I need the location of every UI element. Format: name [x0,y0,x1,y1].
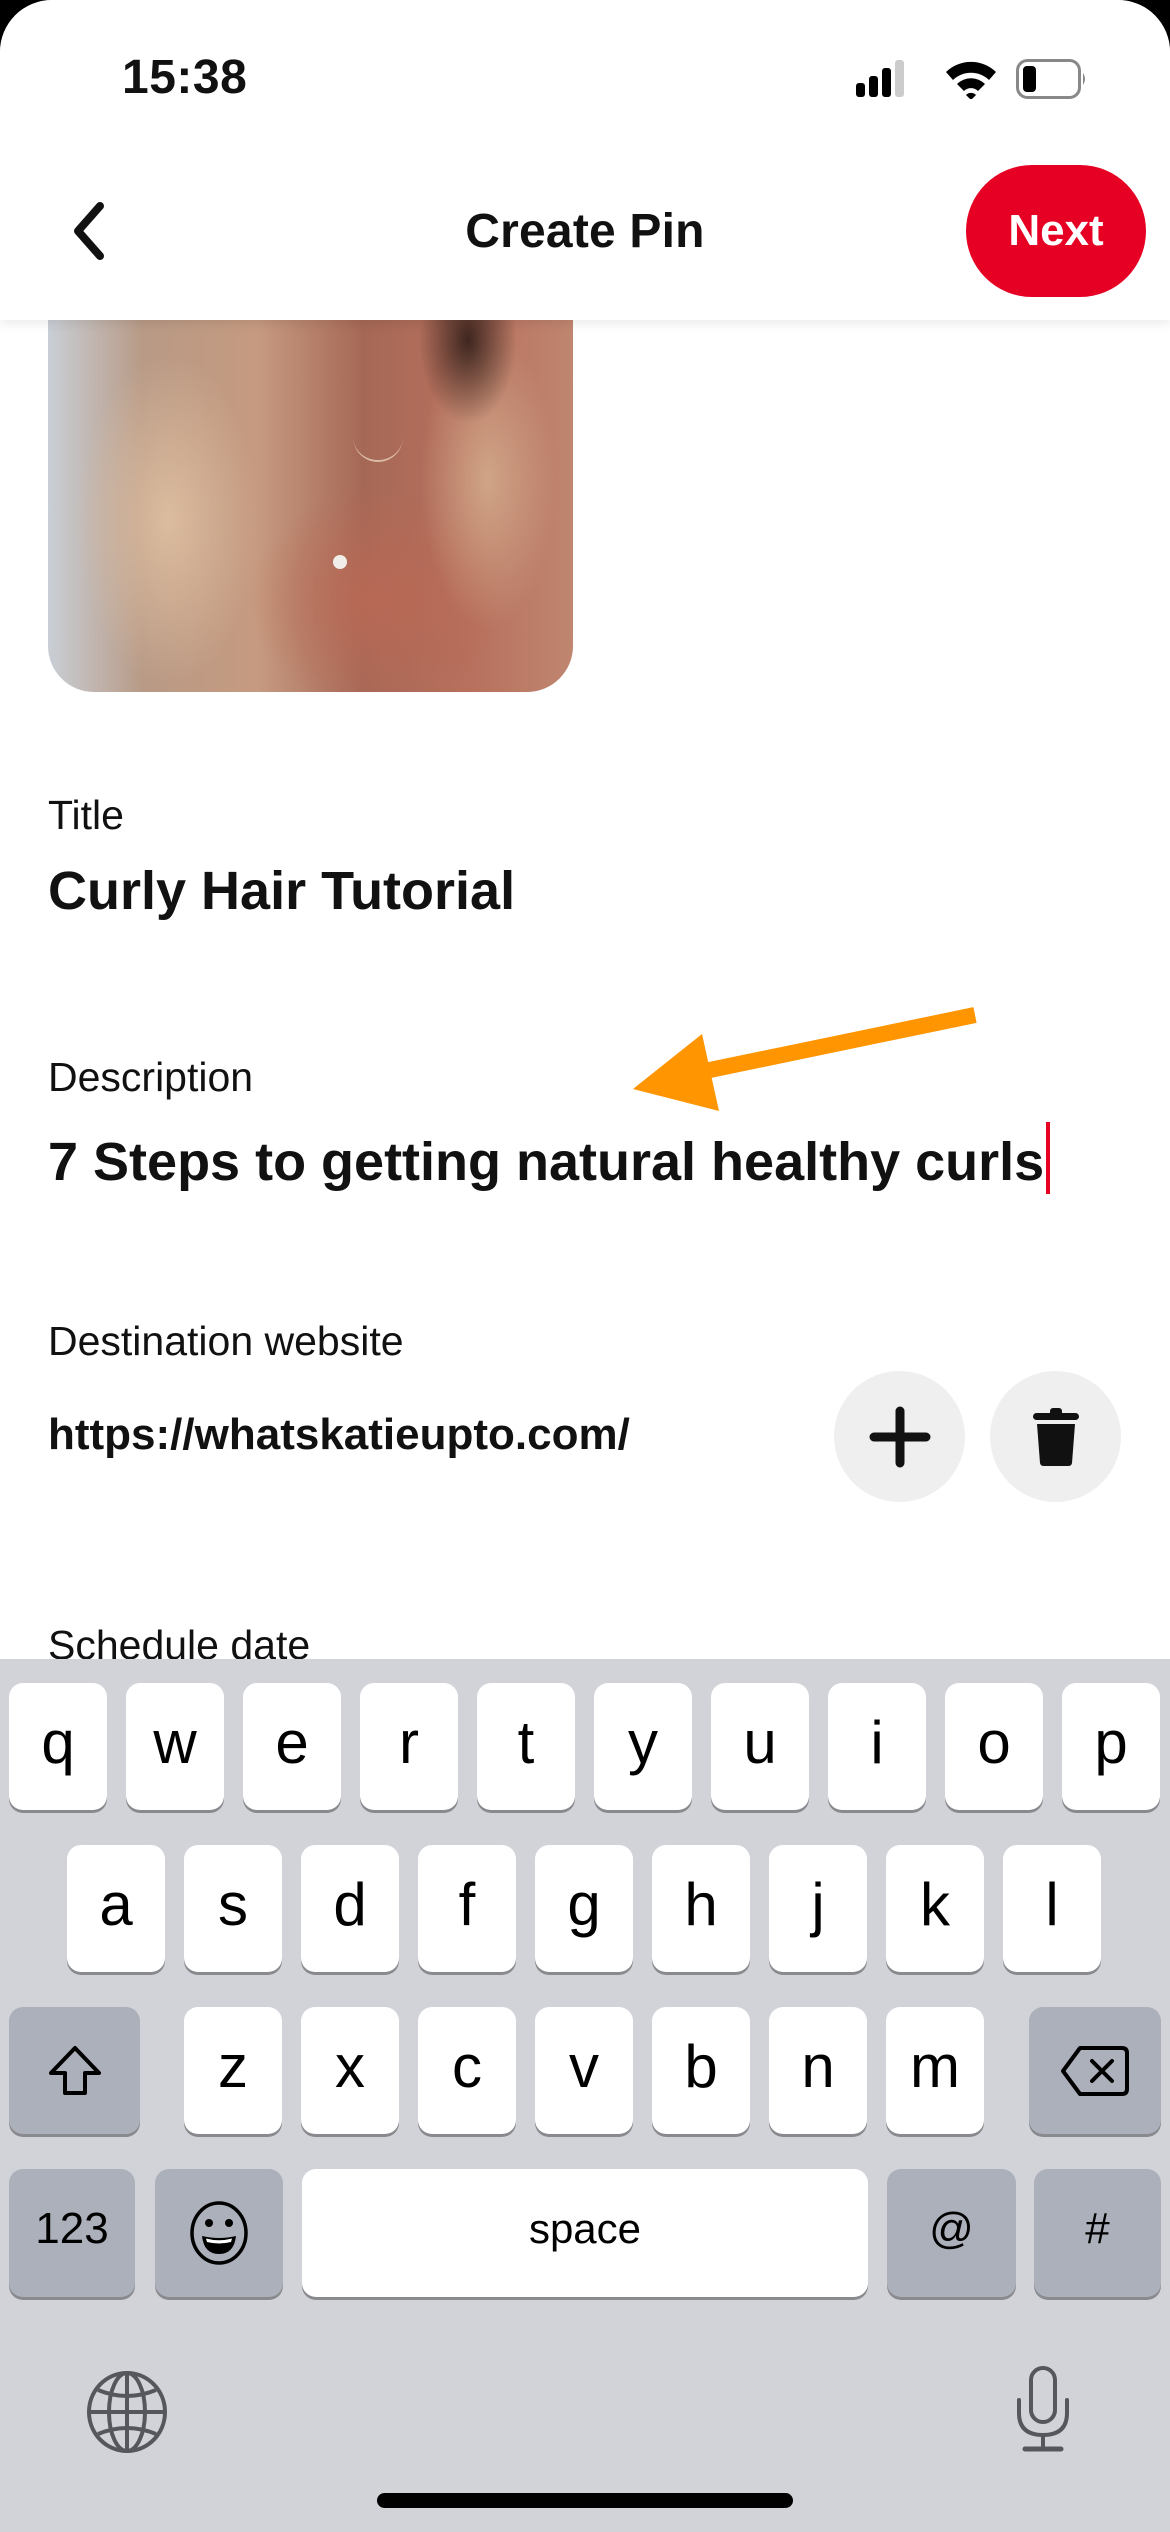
emoji-icon [190,2201,248,2265]
key-h[interactable]: h [652,1845,750,1972]
key-label: m [910,2033,960,2100]
key-l[interactable]: l [1003,1845,1101,1972]
key-label: k [920,1871,950,1938]
key-label: e [275,1709,309,1776]
space-key-label: space [528,2205,642,2252]
key-label: v [569,2033,599,2100]
pin-image[interactable] [48,280,573,692]
key-label: b [684,2033,718,2100]
key-r[interactable]: r [360,1683,458,1810]
necklace-detail [353,420,403,462]
destination-website-input[interactable]: https://whatskatieupto.com/ [48,1410,630,1460]
text-cursor [1046,1122,1051,1194]
key-label: h [684,1871,718,1938]
plus-icon [869,1406,930,1467]
microphone-icon [1017,2366,1069,2452]
key-g[interactable]: g [535,1845,633,1972]
destination-website-label: Destination website [48,1318,404,1364]
key-label: p [1094,1709,1128,1776]
key-label: d [333,1871,367,1938]
home-indicator [377,2493,793,2508]
description-label: Description [48,1054,254,1100]
numbers-key-label: 123 [35,2204,109,2253]
status-icons [850,57,1090,100]
add-website-button[interactable] [834,1371,965,1502]
emoji-key[interactable] [155,2169,283,2297]
key-label: f [458,1871,476,1938]
key-label: n [801,2033,835,2100]
key-label: x [335,2033,365,2100]
key-label: q [41,1709,75,1776]
at-key[interactable]: @ [887,2169,1016,2297]
key-q[interactable]: q [9,1683,107,1810]
key-t[interactable]: t [477,1683,575,1810]
create-pin-screen: 15:38 Create Pin Next Title Curly Hair T… [0,0,1170,2532]
keyboard: q w e r t y u i o p a s d f g h j k l z x c v b n m 123 space @… [0,1659,1170,2532]
key-u[interactable]: u [711,1683,809,1810]
globe-button[interactable] [86,2370,168,2459]
arrow-shaft [698,1007,977,1080]
key-z[interactable]: z [184,2007,282,2134]
key-label: j [811,1871,825,1938]
numbers-key[interactable]: 123 [9,2169,135,2297]
dictation-button[interactable] [1013,2365,1073,2458]
delete-website-button[interactable] [990,1371,1121,1502]
key-label: u [743,1709,777,1776]
shift-icon [48,2045,101,2095]
status-time: 15:38 [122,51,248,104]
backspace-icon [1061,2045,1129,2096]
key-label: z [218,2033,248,2100]
description-input[interactable]: 7 Steps to getting natural healthy curls [48,1122,1051,1194]
key-c[interactable]: c [418,2007,516,2134]
space-key[interactable]: space [302,2169,868,2297]
key-j[interactable]: j [769,1845,867,1972]
key-label: l [1045,1871,1059,1938]
key-label: a [99,1871,133,1938]
key-label: i [870,1709,884,1776]
key-label: w [153,1709,197,1776]
key-b[interactable]: b [652,2007,750,2134]
key-n[interactable]: n [769,2007,867,2134]
globe-icon [87,2371,167,2453]
pendant-detail [333,555,347,569]
at-key-label: @ [929,2204,974,2253]
battery-icon [1016,59,1085,99]
key-a[interactable]: a [67,1845,165,1972]
backspace-key[interactable] [1029,2007,1161,2134]
key-x[interactable]: x [301,2007,399,2134]
key-p[interactable]: p [1062,1683,1160,1810]
key-label: t [517,1709,535,1776]
key-label: g [567,1871,601,1938]
title-label: Title [48,792,124,838]
key-w[interactable]: w [126,1683,224,1810]
key-e[interactable]: e [243,1683,341,1810]
hash-key-label: # [1085,2204,1110,2253]
key-label: y [628,1709,658,1776]
arrow-head [633,1034,719,1111]
key-d[interactable]: d [301,1845,399,1972]
navigation-bar: 15:38 Create Pin Next [0,0,1170,320]
wifi-icon [946,61,996,100]
key-v[interactable]: v [535,2007,633,2134]
key-label: o [977,1709,1011,1776]
description-text: 7 Steps to getting natural healthy curls [48,1132,1045,1192]
key-f[interactable]: f [418,1845,516,1972]
shift-key[interactable] [9,2007,140,2134]
trash-icon [1032,1407,1079,1466]
key-m[interactable]: m [886,2007,984,2134]
key-i[interactable]: i [828,1683,926,1810]
key-label: s [218,1871,248,1938]
key-s[interactable]: s [184,1845,282,1972]
key-k[interactable]: k [886,1845,984,1972]
next-button[interactable]: Next [966,165,1146,297]
hash-key[interactable]: # [1034,2169,1161,2297]
cellular-signal-icon [856,60,904,97]
key-label: r [399,1709,419,1776]
title-input[interactable]: Curly Hair Tutorial [48,860,515,922]
key-o[interactable]: o [945,1683,1043,1810]
key-label: c [452,2033,482,2100]
key-y[interactable]: y [594,1683,692,1810]
